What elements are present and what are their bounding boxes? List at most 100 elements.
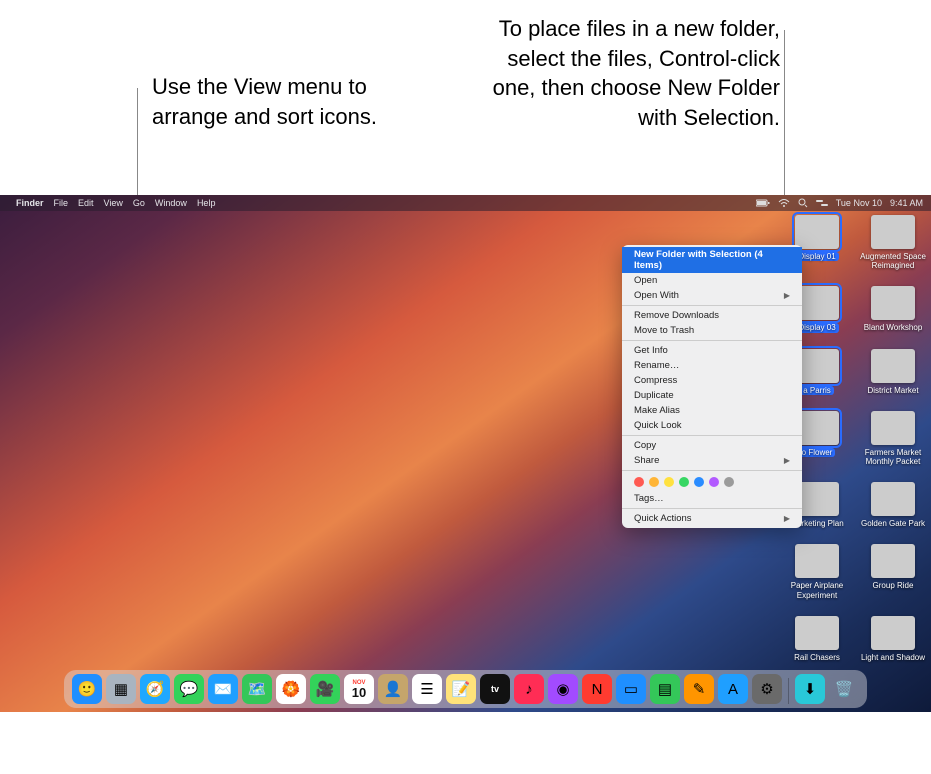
chevron-right-icon: ▶ xyxy=(784,456,790,465)
dock-settings-icon[interactable]: ⚙ xyxy=(752,674,782,704)
dock-calendar-icon[interactable]: NOV10 xyxy=(344,674,374,704)
mac-screen: Finder File Edit View Go Window Help Tue Nov … xyxy=(0,195,931,712)
desktop-icon[interactable]: Group Ride xyxy=(859,544,927,599)
spotlight-icon[interactable] xyxy=(798,198,808,208)
ctx-duplicate[interactable]: Duplicate xyxy=(622,388,802,403)
menu-edit[interactable]: Edit xyxy=(78,198,94,208)
battery-icon[interactable] xyxy=(756,199,770,207)
ctx-tag-colors[interactable] xyxy=(622,473,802,491)
desktop-icon[interactable]: Augmented Space Reimagined xyxy=(859,215,927,270)
menubar-date[interactable]: Tue Nov 10 xyxy=(836,198,882,208)
ctx-quick-actions[interactable]: Quick Actions▶ xyxy=(622,511,802,526)
desktop-icon-label: Golden Gate Park xyxy=(861,519,925,528)
ctx-new-folder-with-selection[interactable]: New Folder with Selection (4 Items) xyxy=(622,247,802,273)
dock-notes-icon[interactable]: 📝 xyxy=(446,674,476,704)
menu-go[interactable]: Go xyxy=(133,198,145,208)
dock-divider xyxy=(788,678,789,704)
ctx-tags[interactable]: Tags… xyxy=(622,491,802,506)
ctx-copy[interactable]: Copy xyxy=(622,438,802,453)
dock-maps-icon[interactable]: 🗺️ xyxy=(242,674,272,704)
file-thumbnail xyxy=(871,215,915,249)
desktop-icon-label: Farmers Market Monthly Packet xyxy=(859,448,927,466)
tag-color-dot[interactable] xyxy=(664,477,674,487)
dock-messages-icon[interactable]: 💬 xyxy=(174,674,204,704)
dock-finder-icon[interactable]: 🙂 xyxy=(72,674,102,704)
desktop-icon-label: Bland Workshop xyxy=(864,323,923,332)
dock-pages-icon[interactable]: ✎ xyxy=(684,674,714,704)
control-center-icon[interactable] xyxy=(816,199,828,207)
file-thumbnail xyxy=(795,544,839,578)
ctx-separator xyxy=(622,435,802,436)
dock-trash-icon[interactable]: 🗑️ xyxy=(829,674,859,704)
dock: 🙂▦🧭💬✉️🗺️🏵️🎥NOV10👤☰📝tv♪◉N▭▤✎A⚙ ⬇🗑️ xyxy=(64,670,867,708)
dock-mail-icon[interactable]: ✉️ xyxy=(208,674,238,704)
ctx-move-to-trash[interactable]: Move to Trash xyxy=(622,323,802,338)
desktop-icon[interactable]: District Market xyxy=(859,349,927,395)
file-thumbnail xyxy=(795,616,839,650)
dock-facetime-icon[interactable]: 🎥 xyxy=(310,674,340,704)
tag-color-dot[interactable] xyxy=(694,477,704,487)
dock-numbers-icon[interactable]: ▤ xyxy=(650,674,680,704)
dock-contacts-icon[interactable]: 👤 xyxy=(378,674,408,704)
context-menu: New Folder with Selection (4 Items) Open… xyxy=(622,245,802,528)
desktop-icon[interactable]: Golden Gate Park xyxy=(859,482,927,528)
dock-container: 🙂▦🧭💬✉️🗺️🏵️🎥NOV10👤☰📝tv♪◉N▭▤✎A⚙ ⬇🗑️ xyxy=(0,670,931,708)
menu-view[interactable]: View xyxy=(104,198,123,208)
tag-color-dot[interactable] xyxy=(649,477,659,487)
dock-podcasts-icon[interactable]: ◉ xyxy=(548,674,578,704)
desktop-icon[interactable]: Farmers Market Monthly Packet xyxy=(859,411,927,466)
callouts-layer: Use the View menu to arrange and sort ic… xyxy=(0,0,931,195)
desktop-icon-label: Augmented Space Reimagined xyxy=(859,252,927,270)
ctx-open-with[interactable]: Open With▶ xyxy=(622,288,802,303)
desktop-icon-label: Group Ride xyxy=(873,581,914,590)
ctx-open[interactable]: Open xyxy=(622,273,802,288)
menubar: Finder File Edit View Go Window Help Tue Nov … xyxy=(0,195,931,211)
dock-downloads-icon[interactable]: ⬇ xyxy=(795,674,825,704)
dock-launchpad-icon[interactable]: ▦ xyxy=(106,674,136,704)
tag-color-dot[interactable] xyxy=(634,477,644,487)
menu-help[interactable]: Help xyxy=(197,198,216,208)
tag-color-dot[interactable] xyxy=(679,477,689,487)
callout-view-menu: Use the View menu to arrange and sort ic… xyxy=(152,72,412,131)
tag-color-dot[interactable] xyxy=(709,477,719,487)
desktop-icons-grid: Display 01Augmented Space ReimaginedDisp… xyxy=(783,215,927,662)
dock-safari-icon[interactable]: 🧭 xyxy=(140,674,170,704)
desktop-icon-label: o Flower xyxy=(799,448,836,457)
dock-tv-icon[interactable]: tv xyxy=(480,674,510,704)
desktop-icon-label: Rail Chasers xyxy=(794,653,840,662)
ctx-quick-look[interactable]: Quick Look xyxy=(622,418,802,433)
menubar-time[interactable]: 9:41 AM xyxy=(890,198,923,208)
file-thumbnail xyxy=(871,349,915,383)
dock-photos-icon[interactable]: 🏵️ xyxy=(276,674,306,704)
desktop-icon-label: Light and Shadow xyxy=(861,653,925,662)
menu-window[interactable]: Window xyxy=(155,198,187,208)
chevron-right-icon: ▶ xyxy=(784,291,790,300)
wifi-icon[interactable] xyxy=(778,199,790,208)
dock-music-icon[interactable]: ♪ xyxy=(514,674,544,704)
menubar-app-name[interactable]: Finder xyxy=(16,198,44,208)
desktop-icon-label: a Parris xyxy=(800,386,834,395)
ctx-get-info[interactable]: Get Info xyxy=(622,343,802,358)
ctx-compress[interactable]: Compress xyxy=(622,373,802,388)
dock-keynote-icon[interactable]: ▭ xyxy=(616,674,646,704)
desktop-icon[interactable]: Bland Workshop xyxy=(859,286,927,332)
ctx-share[interactable]: Share▶ xyxy=(622,453,802,468)
ctx-separator xyxy=(622,305,802,306)
desktop-icon[interactable]: Paper Airplane Experiment xyxy=(783,544,851,599)
file-thumbnail xyxy=(871,482,915,516)
file-thumbnail xyxy=(871,286,915,320)
file-thumbnail xyxy=(871,411,915,445)
desktop-icon[interactable]: Light and Shadow xyxy=(859,616,927,662)
ctx-rename[interactable]: Rename… xyxy=(622,358,802,373)
ctx-make-alias[interactable]: Make Alias xyxy=(622,403,802,418)
ctx-separator xyxy=(622,340,802,341)
dock-news-icon[interactable]: N xyxy=(582,674,612,704)
desktop-icon-label: District Market xyxy=(867,386,918,395)
dock-appstore-icon[interactable]: A xyxy=(718,674,748,704)
dock-reminders-icon[interactable]: ☰ xyxy=(412,674,442,704)
desktop-icon[interactable]: Rail Chasers xyxy=(783,616,851,662)
tag-color-dot[interactable] xyxy=(724,477,734,487)
callout-new-folder: To place files in a new folder, select t… xyxy=(490,14,780,133)
ctx-remove-downloads[interactable]: Remove Downloads xyxy=(622,308,802,323)
menu-file[interactable]: File xyxy=(54,198,69,208)
